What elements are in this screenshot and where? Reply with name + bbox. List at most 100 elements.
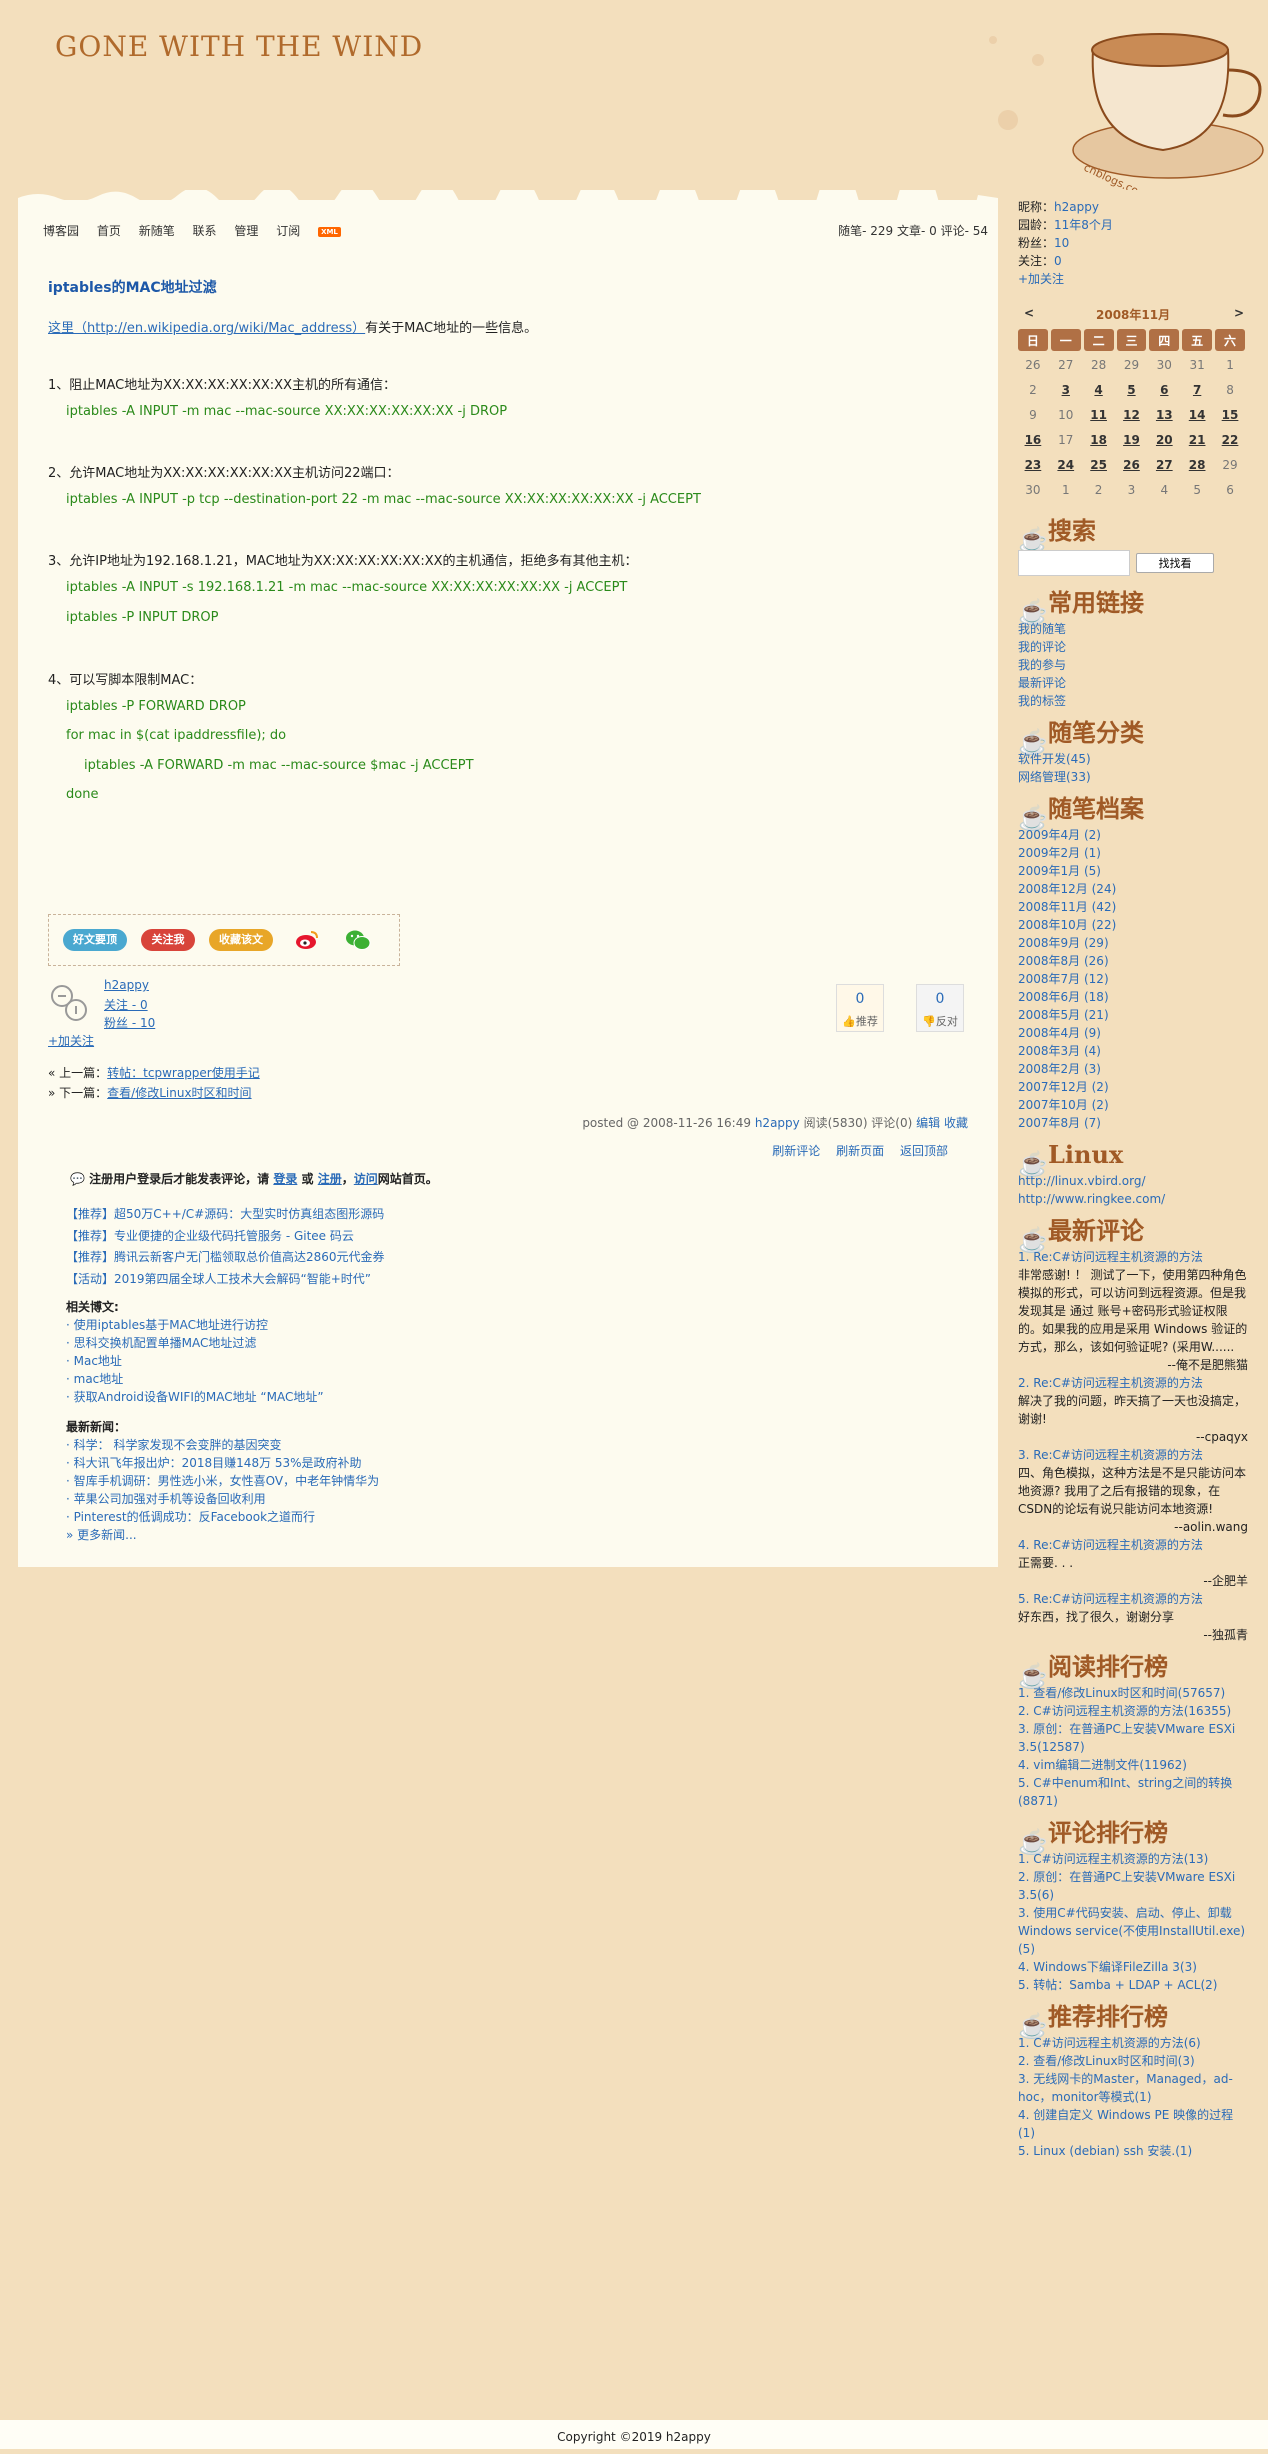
news-link[interactable]: · 科大讯飞年报出炉：2018目赚148万 53%是政府补助 [66,1456,362,1470]
archive-link[interactable]: 2008年11月 (42) [1018,900,1116,914]
archive-link[interactable]: 2007年10月 (2) [1018,1098,1109,1112]
news-link[interactable]: · 科学： 科学家发现不会变胖的基因突变 [66,1438,281,1452]
nav-new-post[interactable]: 新随笔 [139,224,175,238]
calendar-day-link[interactable]: 4 [1084,379,1114,401]
blog-title[interactable]: GONE WITH THE WIND [55,30,423,63]
archive-link[interactable]: 2008年8月 (26) [1018,954,1109,968]
archive-link[interactable]: 2009年2月 (1) [1018,846,1101,860]
ad-link[interactable]: 【活动】2019第四届全球人工技术大会解码“智能+时代” [66,1272,371,1286]
calendar-day-link[interactable]: 24 [1051,454,1081,476]
calendar-day-link[interactable]: 6 [1149,379,1179,401]
link-my-comments[interactable]: 我的评论 [1018,640,1066,654]
archive-link[interactable]: 2008年3月 (4) [1018,1044,1101,1058]
link-my-participation[interactable]: 我的参与 [1018,658,1066,672]
recent-comment-link[interactable]: 2. Re:C#访问远程主机资源的方法 [1018,1374,1248,1392]
top-digg-link[interactable]: 2. 查看/修改Linux时区和时间(3) [1018,2054,1195,2068]
calendar-day-link[interactable]: 18 [1084,429,1114,451]
xml-feed-icon[interactable]: XML [318,226,341,237]
calendar-prev[interactable]: < [1024,306,1034,320]
profile-nick[interactable]: h2appy [1054,200,1099,214]
edit-link[interactable]: 编辑 [916,1116,940,1130]
favorite-button[interactable]: 收藏该文 [209,929,273,951]
related-link[interactable]: · Mac地址 [66,1354,122,1368]
archive-link[interactable]: 2009年4月 (2) [1018,828,1101,842]
next-post-link[interactable]: 查看/修改Linux时区和时间 [107,1086,251,1100]
ad-link[interactable]: 【推荐】腾讯云新客户无门槛领取总价值高达2860元代金券 [66,1250,385,1264]
top-read-link[interactable]: 2. C#访问远程主机资源的方法(16355) [1018,1704,1231,1718]
nav-home[interactable]: 首页 [97,224,121,238]
archive-link[interactable]: 2009年1月 (5) [1018,864,1101,878]
calendar-day-link[interactable]: 12 [1117,404,1147,426]
calendar-day-link[interactable]: 21 [1182,429,1212,451]
archive-link[interactable]: 2008年6月 (18) [1018,990,1109,1004]
avatar[interactable] [48,982,92,1026]
top-digg-link[interactable]: 4. 创建自定义 Windows PE 映像的过程(1) [1018,2108,1233,2140]
calendar-day-link[interactable]: 22 [1215,429,1245,451]
add-follow-link[interactable]: +加关注 [48,1032,94,1049]
calendar-day-link[interactable]: 28 [1182,454,1212,476]
top-comment-link[interactable]: 2. 原创：在普通PC上安装VMware ESXi 3.5(6) [1018,1870,1235,1902]
ad-link[interactable]: 【推荐】超50万C++/C#源码：大型实时仿真组态图形源码 [66,1207,384,1221]
calendar-day-link[interactable]: 19 [1117,429,1147,451]
nav-subscribe[interactable]: 订阅 [276,224,300,238]
archive-link[interactable]: 2008年7月 (12) [1018,972,1109,986]
related-link[interactable]: · mac地址 [66,1372,123,1386]
ad-link[interactable]: 【推荐】专业便捷的企业级代码托管服务 - Gitee 码云 [66,1229,354,1243]
register-link[interactable]: 注册 [318,1172,342,1186]
calendar-day-link[interactable]: 13 [1149,404,1179,426]
search-button[interactable]: 找找看 [1136,553,1214,573]
recent-comment-link[interactable]: 3. Re:C#访问远程主机资源的方法 [1018,1446,1248,1464]
nav-admin[interactable]: 管理 [234,224,258,238]
follow-button[interactable]: 关注我 [141,929,195,951]
archive-link[interactable]: 2008年5月 (21) [1018,1008,1109,1022]
recommend-button[interactable]: 好文要顶 [63,929,127,951]
top-digg-link[interactable]: 5. Linux (debian) ssh 安装.(1) [1018,2144,1192,2158]
digg-box[interactable]: 0 👍推荐 [836,984,884,1032]
prev-post-link[interactable]: 转帖：tcpwrapper使用手记 [107,1066,260,1080]
wiki-link[interactable]: 这里（http://en.wikipedia.org/wiki/Mac_addr… [48,321,365,336]
author-following[interactable]: 关注 - 0 [104,996,148,1013]
archive-link[interactable]: 2008年12月 (24) [1018,882,1116,896]
visit-link[interactable]: 访问 [354,1172,378,1186]
search-input[interactable] [1018,550,1130,576]
author-fans[interactable]: 粉丝 - 10 [104,1014,155,1031]
top-comment-link[interactable]: 3. 使用C#代码安装、启动、停止、卸载Windows service(不使用I… [1018,1906,1245,1956]
nav-cnblogs[interactable]: 博客园 [43,224,79,238]
news-link[interactable]: · 苹果公司加强对手机等设备回收利用 [66,1492,266,1506]
calendar-day-link[interactable]: 7 [1182,379,1212,401]
top-read-link[interactable]: 5. C#中enum和Int、string之间的转换(8871) [1018,1776,1232,1808]
refresh-comments-link[interactable]: 刷新评论 [772,1144,820,1158]
bury-box[interactable]: 0 👎反对 [916,984,964,1032]
calendar-day-link[interactable]: 27 [1149,454,1179,476]
calendar-next[interactable]: > [1234,306,1244,320]
link-my-tags[interactable]: 我的标签 [1018,694,1066,708]
recent-comment-link[interactable]: 5. Re:C#访问远程主机资源的方法 [1018,1590,1248,1608]
profile-age[interactable]: 11年8个月 [1054,218,1113,232]
news-link[interactable]: · 智库手机调研：男性选小米，女性喜OV，中老年钟情华为 [66,1474,379,1488]
calendar-day-link[interactable]: 11 [1084,404,1114,426]
archive-link[interactable]: 2008年4月 (9) [1018,1026,1101,1040]
weibo-icon[interactable] [295,929,319,951]
linux-link[interactable]: http://linux.vbird.org/ [1018,1174,1146,1188]
back-to-top-link[interactable]: 返回顶部 [900,1144,948,1158]
related-link[interactable]: · 获取Android设备WIFI的MAC地址 “MAC地址” [66,1390,324,1404]
refresh-page-link[interactable]: 刷新页面 [836,1144,884,1158]
wechat-icon[interactable] [345,928,371,952]
top-comment-link[interactable]: 1. C#访问远程主机资源的方法(13) [1018,1852,1208,1866]
nav-contact[interactable]: 联系 [193,224,217,238]
post-title[interactable]: iptables的MAC地址过滤 [48,277,217,297]
archive-link[interactable]: 2008年2月 (3) [1018,1062,1101,1076]
calendar-day-link[interactable]: 26 [1117,454,1147,476]
related-link[interactable]: · 使用iptables基于MAC地址进行访控 [66,1318,268,1332]
calendar-day-link[interactable]: 23 [1018,454,1048,476]
related-link[interactable]: · 思科交换机配置单播MAC地址过滤 [66,1336,256,1350]
recent-comment-link[interactable]: 1. Re:C#访问远程主机资源的方法 [1018,1248,1248,1266]
news-link[interactable]: · Pinterest的低调成功：反Facebook之道而行 [66,1510,315,1524]
profile-follow[interactable]: 0 [1054,254,1062,268]
archive-link[interactable]: 2007年12月 (2) [1018,1080,1109,1094]
top-read-link[interactable]: 4. vim编辑二进制文件(11962) [1018,1758,1187,1772]
profile-fans[interactable]: 10 [1054,236,1069,250]
postinfo-author[interactable]: h2appy [755,1116,800,1130]
category-link[interactable]: 软件开发(45) [1018,752,1091,766]
collect-link[interactable]: 收藏 [944,1116,968,1130]
